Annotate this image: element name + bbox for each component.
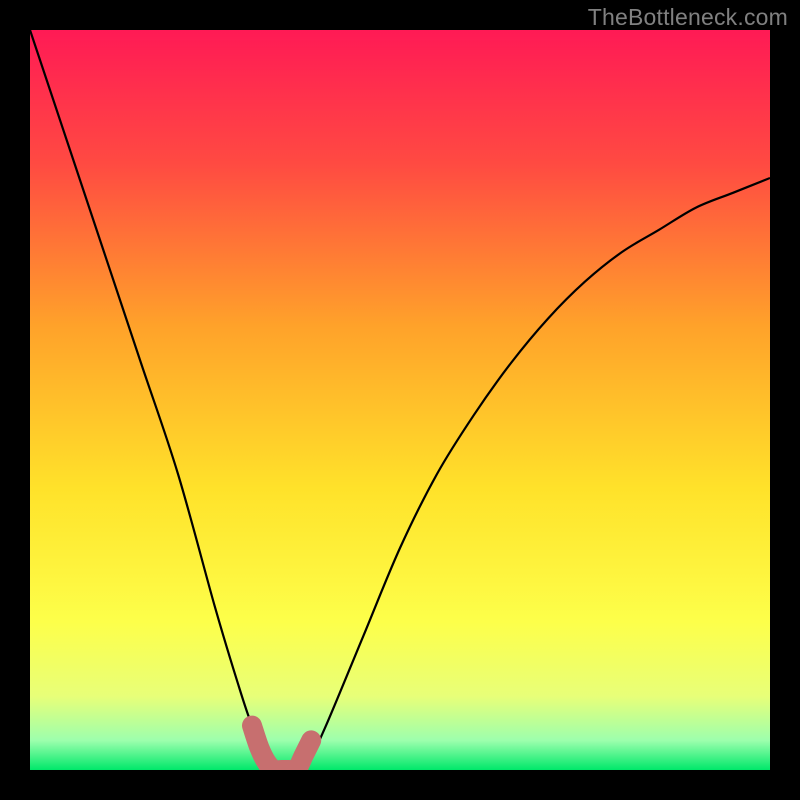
chart-frame: TheBottleneck.com [0, 0, 800, 800]
plot-area [30, 30, 770, 770]
chart-svg [30, 30, 770, 770]
watermark-text: TheBottleneck.com [588, 4, 788, 31]
gradient-background [30, 30, 770, 770]
